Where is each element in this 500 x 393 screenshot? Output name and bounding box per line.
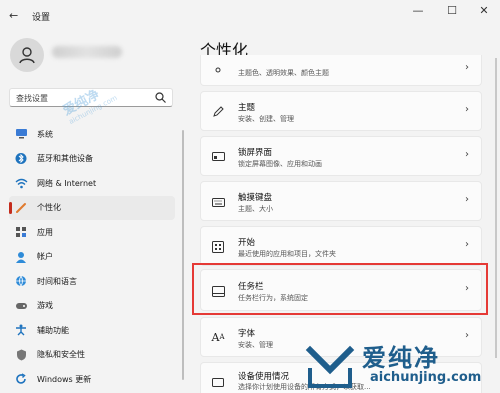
sidebar-item-system[interactable]: 系统 <box>9 122 175 147</box>
themes-card[interactable]: 主题 安装、创建、管理 › <box>200 91 482 131</box>
back-arrow-icon[interactable]: ← <box>9 9 18 22</box>
sidebar-item-label: 帐户 <box>37 252 53 262</box>
sidebar-item-bluetooth[interactable]: 蓝牙和其他设备 <box>9 147 175 172</box>
card-subtitle: 主题、大小 <box>238 205 273 213</box>
watermark-corner: 爱纯净 aichunjing.com <box>300 336 500 393</box>
avatar[interactable] <box>10 38 44 72</box>
user-name-blurred <box>52 46 122 58</box>
sidebar-nav: 系统 蓝牙和其他设备 网络 & Internet 个性化 应用 帐户 时间和语言… <box>9 122 175 392</box>
person-icon <box>14 250 28 264</box>
sidebar-scrollbar[interactable] <box>182 130 184 380</box>
card-title: 设备使用情况 <box>238 372 290 382</box>
font-icon: AA <box>211 330 225 344</box>
keyboard-icon <box>211 195 225 209</box>
monitor-icon <box>14 127 28 141</box>
watermark-logo-icon <box>305 345 355 388</box>
sidebar-item-label: 蓝牙和其他设备 <box>37 154 93 164</box>
globe-icon <box>14 274 28 288</box>
watermark-en: aichunjing.com <box>370 370 482 385</box>
start-card[interactable]: 开始 最近使用的应用和项目，文件夹 › <box>200 226 482 266</box>
main-scrollbar[interactable] <box>495 58 497 358</box>
bluetooth-icon <box>14 152 28 166</box>
card-subtitle: 锁定屏幕图像、应用和动画 <box>238 160 322 168</box>
shield-icon <box>14 348 28 362</box>
card-subtitle: 主题色、透明效果、颜色主题 <box>238 69 329 77</box>
card-title: 触摸键盘 <box>238 193 273 203</box>
touch-keyboard-card[interactable]: 触摸键盘 主题、大小 › <box>200 181 482 221</box>
sidebar-item-accessibility[interactable]: 辅助功能 <box>9 318 175 343</box>
chevron-right-icon: › <box>465 104 469 115</box>
sidebar-item-label: 时间和语言 <box>37 276 77 286</box>
card-subtitle: 安装、创建、管理 <box>238 115 294 123</box>
apps-icon <box>14 225 28 239</box>
palette-icon <box>211 63 225 77</box>
sidebar-item-privacy[interactable]: 隐私和安全性 <box>9 343 175 368</box>
search-placeholder: 查找设置 <box>16 94 48 103</box>
sidebar-item-windows-update[interactable]: Windows 更新 <box>9 367 175 392</box>
card-title: 字体 <box>238 329 256 339</box>
search-icon[interactable] <box>154 91 167 104</box>
sidebar-item-time-language[interactable]: 时间和语言 <box>9 269 175 294</box>
chevron-right-icon: › <box>465 239 469 250</box>
sidebar-item-label: 辅助功能 <box>37 325 69 335</box>
chevron-right-icon: › <box>465 62 469 73</box>
watermark-center: 爱纯净 aichunjing.com <box>59 77 119 126</box>
card-subtitle: 安装、管理 <box>238 341 273 349</box>
chevron-right-icon: › <box>465 194 469 205</box>
device-icon <box>211 375 225 389</box>
sidebar-item-label: 隐私和安全性 <box>37 350 85 360</box>
user-icon <box>19 47 35 64</box>
maximize-button[interactable]: ☐ <box>444 4 460 17</box>
card-title: 主题 <box>238 103 256 113</box>
app-title: 设置 <box>32 13 51 23</box>
colors-card[interactable]: 主题色、透明效果、颜色主题 › <box>200 55 482 86</box>
lockscreen-card[interactable]: 锁屏界面 锁定屏幕图像、应用和动画 › <box>200 136 482 176</box>
pen-icon <box>211 105 225 119</box>
sidebar-item-accounts[interactable]: 帐户 <box>9 245 175 270</box>
sidebar-item-apps[interactable]: 应用 <box>9 220 175 245</box>
sidebar-item-label: Windows 更新 <box>37 374 92 384</box>
sidebar-item-network[interactable]: 网络 & Internet <box>9 171 175 196</box>
lockscreen-icon <box>211 150 225 164</box>
brush-icon <box>14 201 28 215</box>
card-title: 开始 <box>238 238 256 248</box>
sidebar-item-label: 应用 <box>37 227 53 237</box>
sidebar-item-label: 网络 & Internet <box>37 178 97 188</box>
gamepad-icon <box>14 299 28 313</box>
close-button[interactable]: ✕ <box>476 4 492 17</box>
watermark-cn: 爱纯净 <box>362 344 440 372</box>
start-icon <box>211 240 225 254</box>
highlight-box <box>192 263 488 315</box>
chevron-right-icon: › <box>465 149 469 160</box>
sidebar-item-label: 个性化 <box>37 203 61 213</box>
card-subtitle: 最近使用的应用和项目，文件夹 <box>238 250 336 258</box>
minimize-button[interactable]: — <box>410 4 426 17</box>
title-bar: ← 设置 — ☐ ✕ <box>0 0 500 30</box>
accessibility-icon <box>14 323 28 337</box>
card-title: 锁屏界面 <box>238 148 273 158</box>
sidebar-item-label: 游戏 <box>37 301 53 311</box>
update-icon <box>14 372 28 386</box>
wifi-icon <box>14 176 28 190</box>
sidebar-item-personalization[interactable]: 个性化 <box>9 195 175 220</box>
sidebar-item-label: 系统 <box>37 129 53 139</box>
sidebar-item-gaming[interactable]: 游戏 <box>9 294 175 319</box>
